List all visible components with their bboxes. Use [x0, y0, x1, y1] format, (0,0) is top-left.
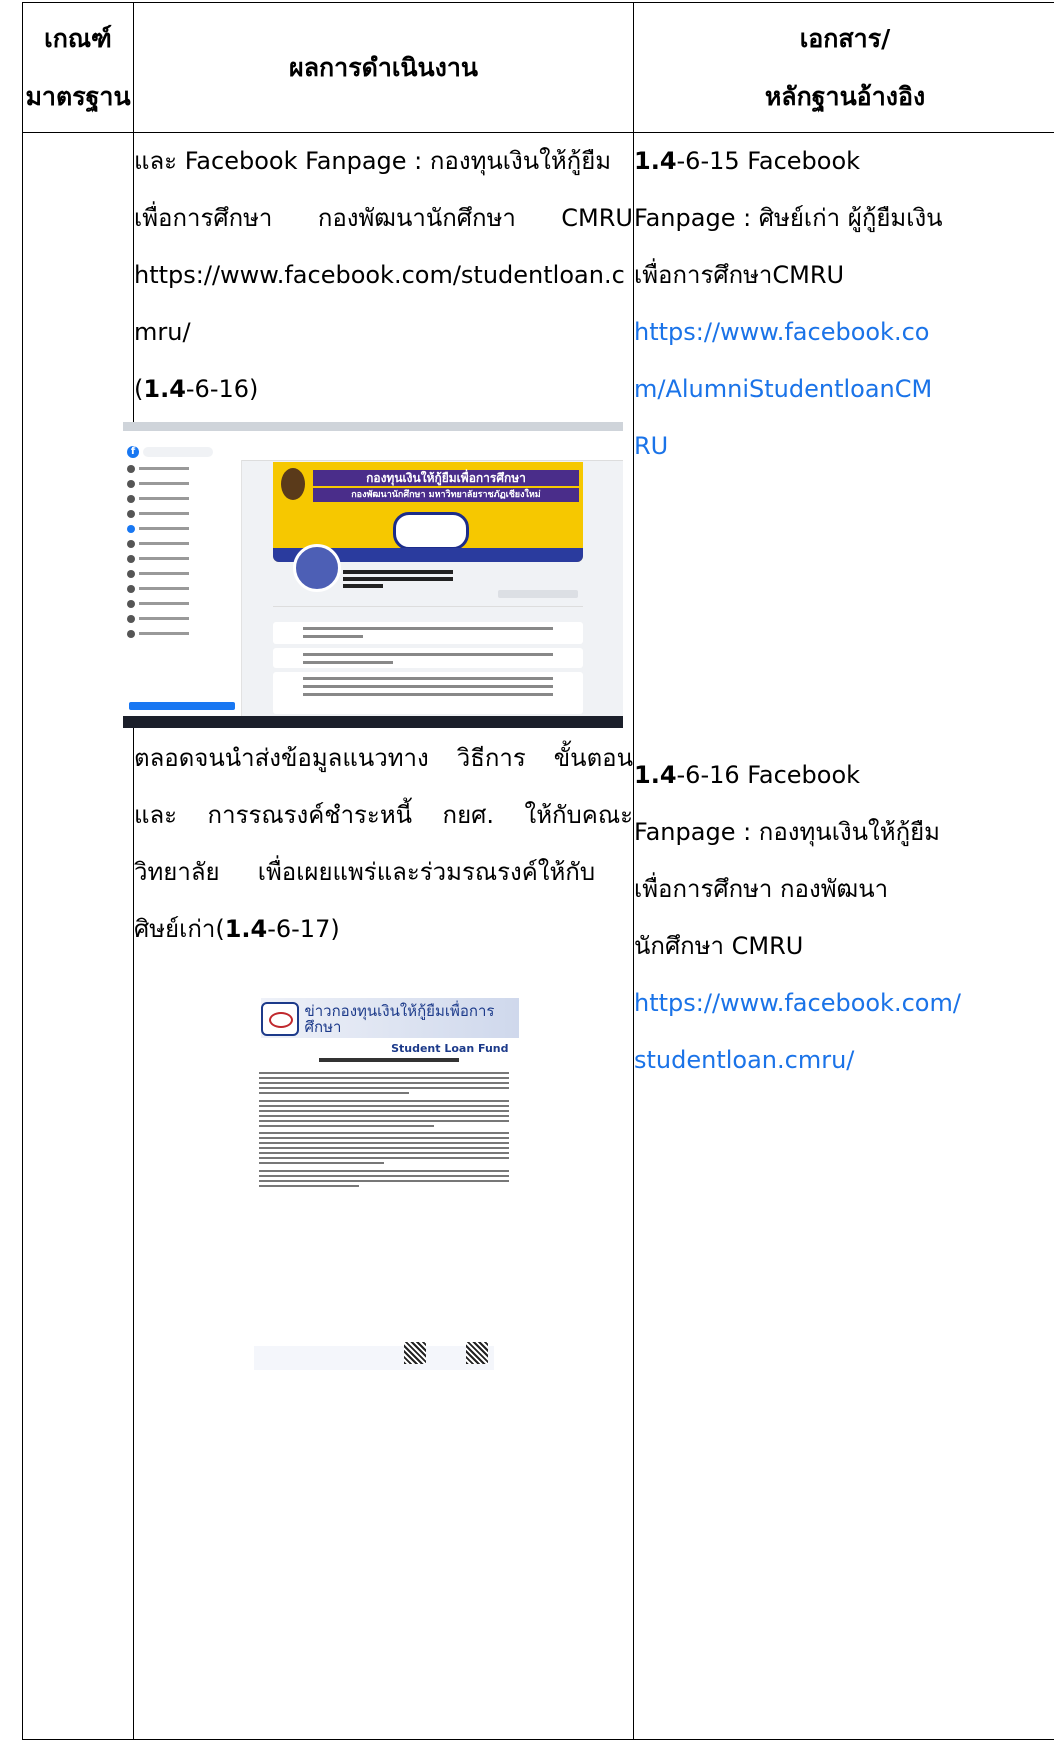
page-name: [343, 567, 453, 593]
header-criteria: เกณฑ์ มาตรฐาน: [22, 2, 134, 133]
ref-rest: -6-16): [185, 375, 259, 403]
browser-chrome: [123, 422, 623, 445]
ref-16-line3: เพื่อการศึกษา กองพัฒนา: [634, 875, 889, 903]
header-references: เอกสาร/ หลักฐานอ้างอิง: [633, 2, 1054, 133]
ref-16-line1: 1.4-6-16 Facebook: [634, 747, 1054, 804]
results-line1: และ Facebook Fanpage : กองทุนเงินให้กู้ย…: [134, 147, 612, 175]
ref-15-bold: 1.4: [634, 147, 677, 175]
header-references-line1: เอกสาร/: [799, 23, 891, 53]
cover-title-2: กองพัฒนานักศึกษา มหาวิทยาลัยราชภัฏเชียงใ…: [313, 488, 579, 502]
ref-bold: 1.4: [143, 375, 186, 403]
ref-15-link-1[interactable]: https://www.facebook.co: [634, 304, 1054, 361]
ref-16-block: 1.4-6-16 Facebook Fanpage : กองทุนเงินให…: [634, 747, 1054, 1089]
results-line2: เพื่อการศึกษา กองพัฒนานักศึกษา CMRU: [134, 204, 633, 232]
table-row: และ Facebook Fanpage : กองทุนเงินให้กู้ย…: [22, 132, 1054, 1740]
kyor-logo-icon: [393, 512, 469, 550]
ref-16-line2: Fanpage : กองทุนเงินให้กู้ยืม: [634, 818, 940, 846]
ref-16-bold: 1.4: [634, 761, 677, 789]
university-seal-icon: [281, 468, 305, 500]
qr-code-icon: [403, 1342, 426, 1364]
facebook-sidebar: [123, 460, 242, 716]
header-references-line2: หลักฐานอ้างอิง: [764, 81, 926, 111]
facebook-search: [143, 447, 213, 457]
news-subtitle: Student Loan Fund: [391, 1042, 509, 1055]
results-paragraph-2: ตลอดจนนำส่งข้อมูลแนวทาง วิธีการ ขั้นตอน …: [134, 730, 633, 958]
header-results: ผลการดำเนินงาน: [133, 2, 634, 133]
para2-line4-bold: 1.4: [224, 915, 268, 943]
references-cell: 1.4-6-15 Facebook Fanpage : ศิษย์เก่า ผู…: [633, 132, 1054, 1740]
windows-taskbar: [123, 716, 623, 728]
ref-16-link-1[interactable]: https://www.facebook.com/: [634, 975, 1054, 1032]
page-tabs: [273, 606, 583, 617]
facebook-logo-icon: f: [127, 446, 139, 458]
para2-line4: ศิษย์เก่า(1.4-6-17): [134, 901, 633, 958]
ref-16-text: -6-16 Facebook: [676, 761, 861, 789]
para2-line4-pre: ศิษย์เก่า(: [134, 915, 225, 943]
para2-line2: และ การรณรงค์ชำระหนี้ กยศ. ให้กับคณะ: [134, 801, 633, 829]
ref-15-link-2[interactable]: m/AlumniStudentloanCM: [634, 361, 1054, 418]
qr-code-icon: [465, 1342, 488, 1364]
profile-picture: [293, 544, 341, 592]
ref-16-link-2[interactable]: studentloan.cmru/: [634, 1032, 1054, 1089]
ref-15-link-3[interactable]: RU: [634, 418, 1054, 475]
ref-15-text: -6-15 Facebook: [676, 147, 861, 175]
header-criteria-line1: เกณฑ์: [44, 23, 112, 53]
para2-line4-post: -6-17): [267, 915, 340, 943]
ref-15-line1: 1.4-6-15 Facebook: [634, 133, 1054, 190]
kyor-logo-icon: [260, 1002, 299, 1036]
ref-16-line4: นักศึกษา CMRU: [634, 932, 804, 960]
para2-line3: วิทยาลัย เพื่อเผยแพร่และร่วมรณรงค์ให้กับ: [134, 858, 596, 886]
cover-title-1: กองทุนเงินให้กู้ยืมเพื่อการศึกษา: [313, 470, 579, 486]
news-document-footer: [253, 1342, 514, 1374]
ref-15-line3: เพื่อการศึกษาCMRU: [634, 261, 845, 289]
table-header-row: เกณฑ์ มาตรฐาน ผลการดำเนินงาน เอกสาร/ หลั…: [22, 2, 1054, 133]
results-ref-16: (1.4-6-16): [134, 361, 633, 418]
criteria-cell: [22, 132, 134, 1740]
ref-15-line2: Fanpage : ศิษย์เก่า ผู้กู้ยืมเงิน: [634, 204, 943, 232]
results-line3: https://www.facebook.com/studentloan.c: [134, 261, 625, 289]
para2-line1: ตลอดจนนำส่งข้อมูลแนวทาง วิธีการ ขั้นตอน: [134, 744, 633, 772]
results-cell: และ Facebook Fanpage : กองทุนเงินให้กู้ย…: [123, 132, 634, 1740]
results-line4: mru/: [134, 318, 191, 346]
facebook-topnav: f: [123, 444, 623, 461]
student-loan-news-document: ข่าวกองทุนเงินให้กู้ยืมเพื่อการศึกษา Stu…: [249, 998, 519, 1282]
evidence-table: เกณฑ์ มาตรฐาน ผลการดำเนินงาน เอกสาร/ หลั…: [22, 2, 1054, 1740]
ref-open: (: [134, 375, 144, 403]
facebook-page-screenshot: f กองทุนเงินให้กู้ยืมเพื่อการศึกษา กองพั…: [123, 422, 623, 728]
header-criteria-line2: มาตรฐาน: [25, 81, 131, 111]
